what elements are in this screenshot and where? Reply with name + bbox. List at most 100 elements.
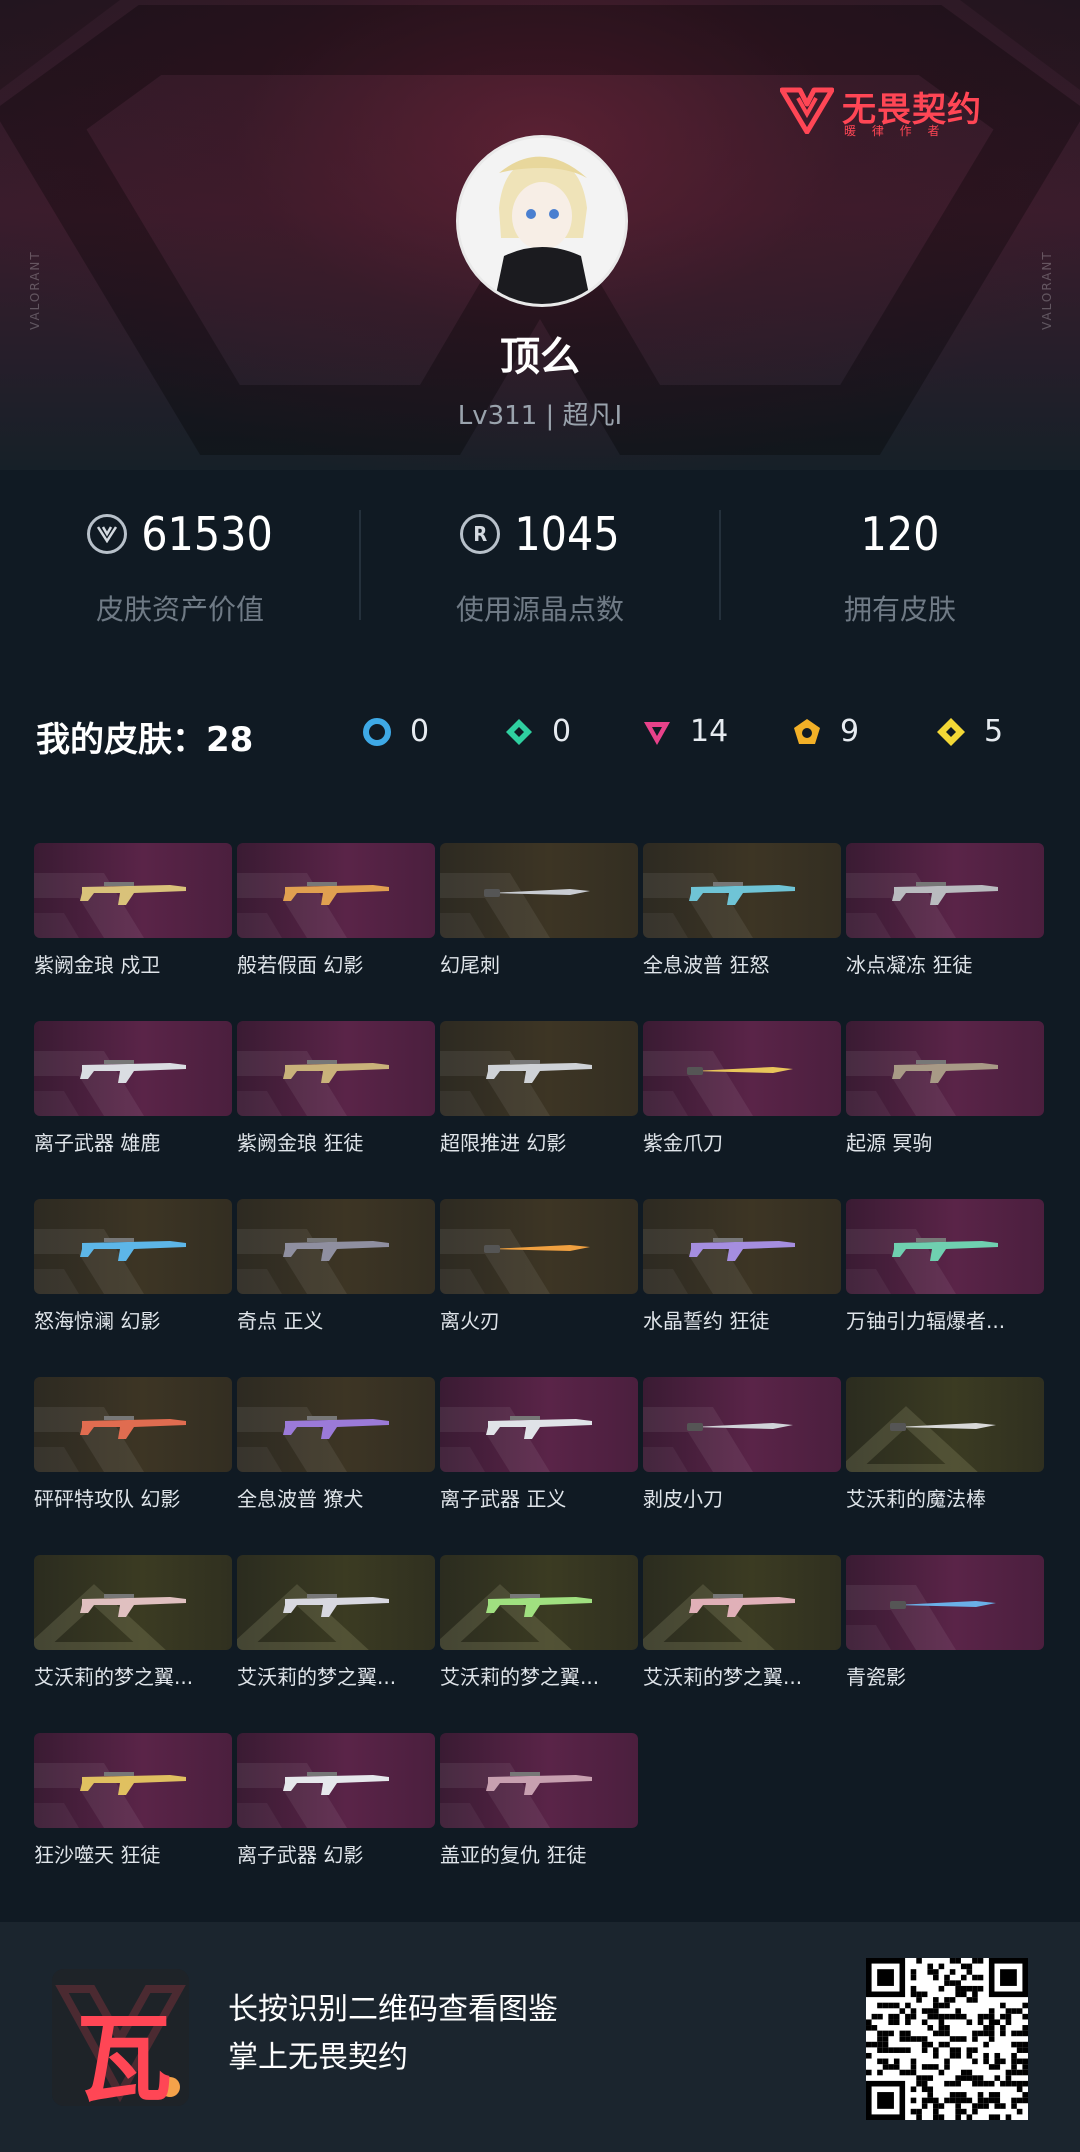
skin-card[interactable]: 全息波普 獠犬 <box>237 1377 435 1511</box>
valorant-points-icon <box>87 514 128 554</box>
stat-divider <box>719 510 721 620</box>
skin-card[interactable]: 剥皮小刀 <box>643 1377 841 1511</box>
skin-card[interactable]: 幻尾刺 <box>440 843 638 977</box>
skin-name: 艾沃莉的梦之翼... <box>34 1665 194 1689</box>
skin-card[interactable]: 般若假面 幻影 <box>237 843 435 977</box>
skin-image <box>237 1377 435 1472</box>
deluxe-tier-icon <box>506 718 532 745</box>
skin-name: 剥皮小刀 <box>643 1487 723 1511</box>
weapon-icon <box>283 882 389 905</box>
skin-name: 起源 冥驹 <box>846 1131 933 1155</box>
weapon-icon <box>283 1594 389 1617</box>
skin-image <box>643 1555 841 1650</box>
skin-card[interactable]: 超限推进 幻影 <box>440 1021 638 1155</box>
weapon-icon <box>689 882 795 905</box>
knife-icon <box>484 889 590 897</box>
skin-card[interactable]: 狂沙噬天 狂徒 <box>34 1733 232 1867</box>
skin-card[interactable]: 青瓷影 <box>846 1555 1044 1689</box>
skin-name: 艾沃莉的魔法棒 <box>846 1487 986 1511</box>
skin-card[interactable]: 冰点凝冻 狂徒 <box>846 843 1044 977</box>
skin-card[interactable]: 紫金爪刀 <box>643 1021 841 1155</box>
tier-select: 0 <box>362 714 429 749</box>
skin-card[interactable]: 艾沃莉的梦之翼... <box>643 1555 841 1689</box>
skin-card[interactable]: 离子武器 正义 <box>440 1377 638 1511</box>
stat-skin-value: 61530 皮肤资产价值 <box>0 500 360 628</box>
knife-icon <box>687 1423 793 1431</box>
stat-label: 皮肤资产价值 <box>95 593 264 626</box>
skin-card[interactable]: 全息波普 狂怒 <box>643 843 841 977</box>
skin-card[interactable]: 水晶誓约 狂徒 <box>643 1199 841 1333</box>
skin-card[interactable]: 紫阙金琅 狂徒 <box>237 1021 435 1155</box>
qr-instruction-text: 长按识别二维码查看图鉴 <box>228 1992 558 2027</box>
skins-count-title: 我的皮肤：28 <box>36 720 254 760</box>
skin-card[interactable]: 奇点 正义 <box>237 1199 435 1333</box>
skin-card[interactable]: 起源 冥驹 <box>846 1021 1044 1155</box>
knife-icon <box>890 1601 996 1609</box>
skin-name: 离火刃 <box>440 1309 500 1333</box>
skin-name: 幻尾刺 <box>440 953 500 977</box>
avatar[interactable] <box>456 135 628 307</box>
weapon-icon <box>892 1060 998 1083</box>
weapon-icon <box>892 882 998 905</box>
skin-image <box>237 1555 435 1650</box>
skin-image <box>846 1555 1044 1650</box>
skin-card[interactable]: 万铀引力辐爆者... <box>846 1199 1044 1333</box>
skin-name: 离子武器 幻影 <box>237 1843 364 1867</box>
tier-exclusive: 5 <box>936 714 1003 749</box>
skin-card[interactable]: 离火刃 <box>440 1199 638 1333</box>
knife-icon <box>890 1423 996 1431</box>
skin-name: 紫金爪刀 <box>643 1131 723 1155</box>
ultra-tier-icon <box>794 718 820 744</box>
skin-image <box>237 1199 435 1294</box>
skin-card[interactable]: 怒海惊澜 幻影 <box>34 1199 232 1333</box>
skin-card[interactable]: 砰砰特攻队 幻影 <box>34 1377 232 1511</box>
side-watermark-right: VALORANT <box>1040 250 1054 330</box>
knife-icon <box>484 1245 590 1253</box>
skin-card[interactable]: 离子武器 幻影 <box>237 1733 435 1867</box>
tier-count: 0 <box>552 714 572 749</box>
username: 顶么 <box>500 334 580 380</box>
skin-image <box>440 1199 638 1294</box>
tier-deluxe: 0 <box>504 714 571 749</box>
skin-name: 狂沙噬天 狂徒 <box>34 1843 161 1867</box>
app-logo-icon[interactable]: 瓦 <box>52 1969 189 2106</box>
skin-image <box>846 843 1044 938</box>
weapon-icon <box>283 1772 389 1795</box>
skin-card[interactable]: 离子武器 雄鹿 <box>34 1021 232 1155</box>
exclusive-tier-icon <box>937 717 965 746</box>
stat-value: 120 <box>860 507 940 561</box>
level-rank: Lv311 | 超凡I <box>457 401 623 431</box>
skin-name: 超限推进 幻影 <box>440 1131 567 1155</box>
stat-radianite: R 1045 使用源晶点数 <box>360 500 720 628</box>
weapon-icon <box>80 1238 186 1261</box>
skin-name: 砰砰特攻队 幻影 <box>34 1487 181 1511</box>
skin-image <box>643 1199 841 1294</box>
stat-label: 使用源晶点数 <box>455 593 624 626</box>
skin-card[interactable]: 紫阙金琅 戍卫 <box>34 843 232 977</box>
skin-name: 冰点凝冻 狂徒 <box>846 953 973 977</box>
qr-code[interactable] <box>866 1958 1028 2120</box>
weapon-icon <box>80 1060 186 1083</box>
brand-logo-subtext: 暖 律 作 者 <box>844 124 946 138</box>
premium-tier-icon <box>644 721 670 745</box>
tier-count: 5 <box>984 714 1004 749</box>
skin-card[interactable]: 艾沃莉的梦之翼... <box>440 1555 638 1689</box>
app-name-text: 掌上无畏契约 <box>228 2040 408 2075</box>
skin-image <box>846 1199 1044 1294</box>
weapon-icon <box>486 1772 592 1795</box>
skin-image <box>237 1021 435 1116</box>
skin-card[interactable]: 艾沃莉的梦之翼... <box>237 1555 435 1689</box>
skin-image <box>237 843 435 938</box>
skin-card[interactable]: 艾沃莉的梦之翼... <box>34 1555 232 1689</box>
skin-name: 全息波普 狂怒 <box>643 953 770 977</box>
skin-name: 离子武器 雄鹿 <box>34 1131 161 1155</box>
footer-banner: 瓦 长按识别二维码查看图鉴 掌上无畏契约 <box>0 1922 1080 2152</box>
stat-value: 61530 <box>141 507 273 561</box>
tier-count: 14 <box>690 714 729 749</box>
skin-image <box>440 1733 638 1828</box>
skin-card[interactable]: 盖亚的复仇 狂徒 <box>440 1733 638 1867</box>
skin-card[interactable]: 艾沃莉的魔法棒 <box>846 1377 1044 1511</box>
skin-image <box>34 1199 232 1294</box>
tier-count: 0 <box>410 714 430 749</box>
skin-image <box>34 1377 232 1472</box>
